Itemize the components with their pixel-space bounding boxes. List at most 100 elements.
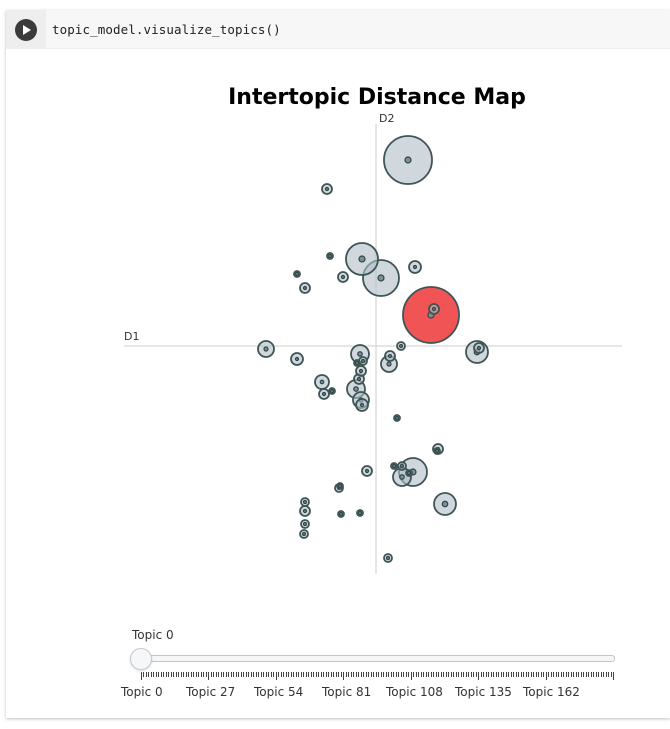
topic-bubble-41[interactable] [390,462,398,470]
topic-bubble-37[interactable] [355,365,367,377]
slider-minor-tick [533,672,535,677]
topic-bubble-18[interactable] [337,271,349,283]
slider-minor-tick [390,672,392,677]
topic-bubble-center [327,253,333,259]
topic-bubble-29[interactable] [337,510,345,518]
slider-minor-tick [285,672,287,677]
topic-bubble-43[interactable] [433,447,441,455]
slider-minor-tick [443,672,445,677]
topic-bubble-14[interactable] [408,260,422,274]
topic-bubble-5[interactable] [433,492,457,516]
slider-minor-tick [470,672,472,677]
intertopic-distance-map [124,124,622,574]
slider-minor-tick [265,672,267,677]
topic-slider-track[interactable] [141,655,615,662]
slider-minor-tick [518,672,520,677]
topic-bubble-30[interactable] [356,509,364,517]
slider-minor-tick [458,672,460,677]
topic-bubble-center [354,360,360,366]
topic-bubble-44[interactable] [336,482,344,490]
slider-minor-tick [225,672,227,677]
topic-bubble-16[interactable] [321,183,333,195]
slider-minor-tick [500,672,502,677]
topic-slider-handle[interactable] [130,648,152,670]
slider-minor-tick [573,672,575,677]
topic-bubble-19[interactable] [293,270,301,278]
slider-minor-tick [413,672,415,677]
topic-bubble-13[interactable] [290,352,304,366]
slider-tick-label[interactable]: Topic 27 [186,685,235,699]
slider-minor-tick [548,672,550,677]
slider-minor-tick [610,672,612,677]
slider-minor-tick [568,672,570,677]
slider-minor-tick [368,672,370,677]
topic-bubble-34[interactable] [355,398,369,412]
slider-minor-tick [345,672,347,677]
topic-bubble-center [340,274,346,280]
slider-minor-tick [193,672,195,677]
slider-minor-tick [365,672,367,677]
slider-major-tick [545,672,547,680]
topic-bubble-22[interactable] [393,414,401,422]
topic-bubble-40[interactable] [397,461,407,471]
slider-tick-label[interactable]: Topic 0 [121,685,163,699]
topic-bubble-center [360,358,366,364]
slider-minor-tick [273,672,275,677]
topic-bubble-center [263,346,269,352]
slider-minor-tick [155,672,157,677]
topic-bubble-center [302,499,308,505]
topic-bubble-32[interactable] [384,350,396,362]
slider-minor-tick [445,672,447,677]
slider-minor-tick [540,672,542,677]
topic-bubble-center [394,415,400,421]
slider-minor-tick [495,672,497,677]
slider-minor-tick [590,672,592,677]
slider-minor-tick [455,672,457,677]
topic-bubble-26[interactable] [299,505,311,517]
topic-bubble-35[interactable] [318,388,330,400]
slider-minor-tick [405,672,407,677]
topic-bubble-17[interactable] [299,282,311,294]
topic-bubble-36[interactable] [328,387,336,395]
slider-minor-tick [313,672,315,677]
topic-bubble-27[interactable] [300,519,310,529]
slider-minor-tick [235,672,237,677]
topic-bubble-38[interactable] [428,303,440,315]
topic-bubble-31[interactable] [383,553,393,563]
slider-minor-tick [493,672,495,677]
slider-minor-tick [245,672,247,677]
axes [124,124,622,574]
slider-tick-label[interactable]: Topic 108 [386,685,443,699]
slider-minor-tick [430,672,432,677]
slider-minor-tick [153,672,155,677]
slider-tick-label[interactable]: Topic 135 [455,685,512,699]
topic-bubble-21[interactable] [396,341,406,351]
slider-minor-tick [290,672,292,677]
topic-bubble-47[interactable] [405,469,413,477]
topic-bubble-46[interactable] [353,359,361,367]
topic-bubble-center [434,448,440,454]
slider-minor-tick [353,672,355,677]
slider-ticks [141,672,614,680]
slider-minor-tick [560,672,562,677]
slider-minor-tick [508,672,510,677]
slider-minor-tick [315,672,317,677]
topic-bubble-12[interactable] [314,374,330,390]
topic-bubbles [257,135,489,563]
topic-bubble-3[interactable] [345,242,379,276]
topic-bubble-24[interactable] [361,465,373,477]
slider-minor-tick [565,672,567,677]
slider-tick-label[interactable]: Topic 81 [322,685,371,699]
slider-minor-tick [255,672,257,677]
topic-bubble-28[interactable] [299,529,309,539]
topic-bubble-42[interactable] [300,497,310,507]
slider-minor-tick [605,672,607,677]
slider-minor-tick [168,672,170,677]
topic-bubble-20[interactable] [326,252,334,260]
slider-tick-label[interactable]: Topic 54 [254,685,303,699]
topic-bubble-0[interactable] [402,286,460,344]
slider-tick-label[interactable]: Topic 162 [523,685,580,699]
topic-bubble-7[interactable] [257,340,275,358]
topic-bubble-39[interactable] [473,342,485,354]
topic-bubble-1[interactable] [383,135,433,185]
